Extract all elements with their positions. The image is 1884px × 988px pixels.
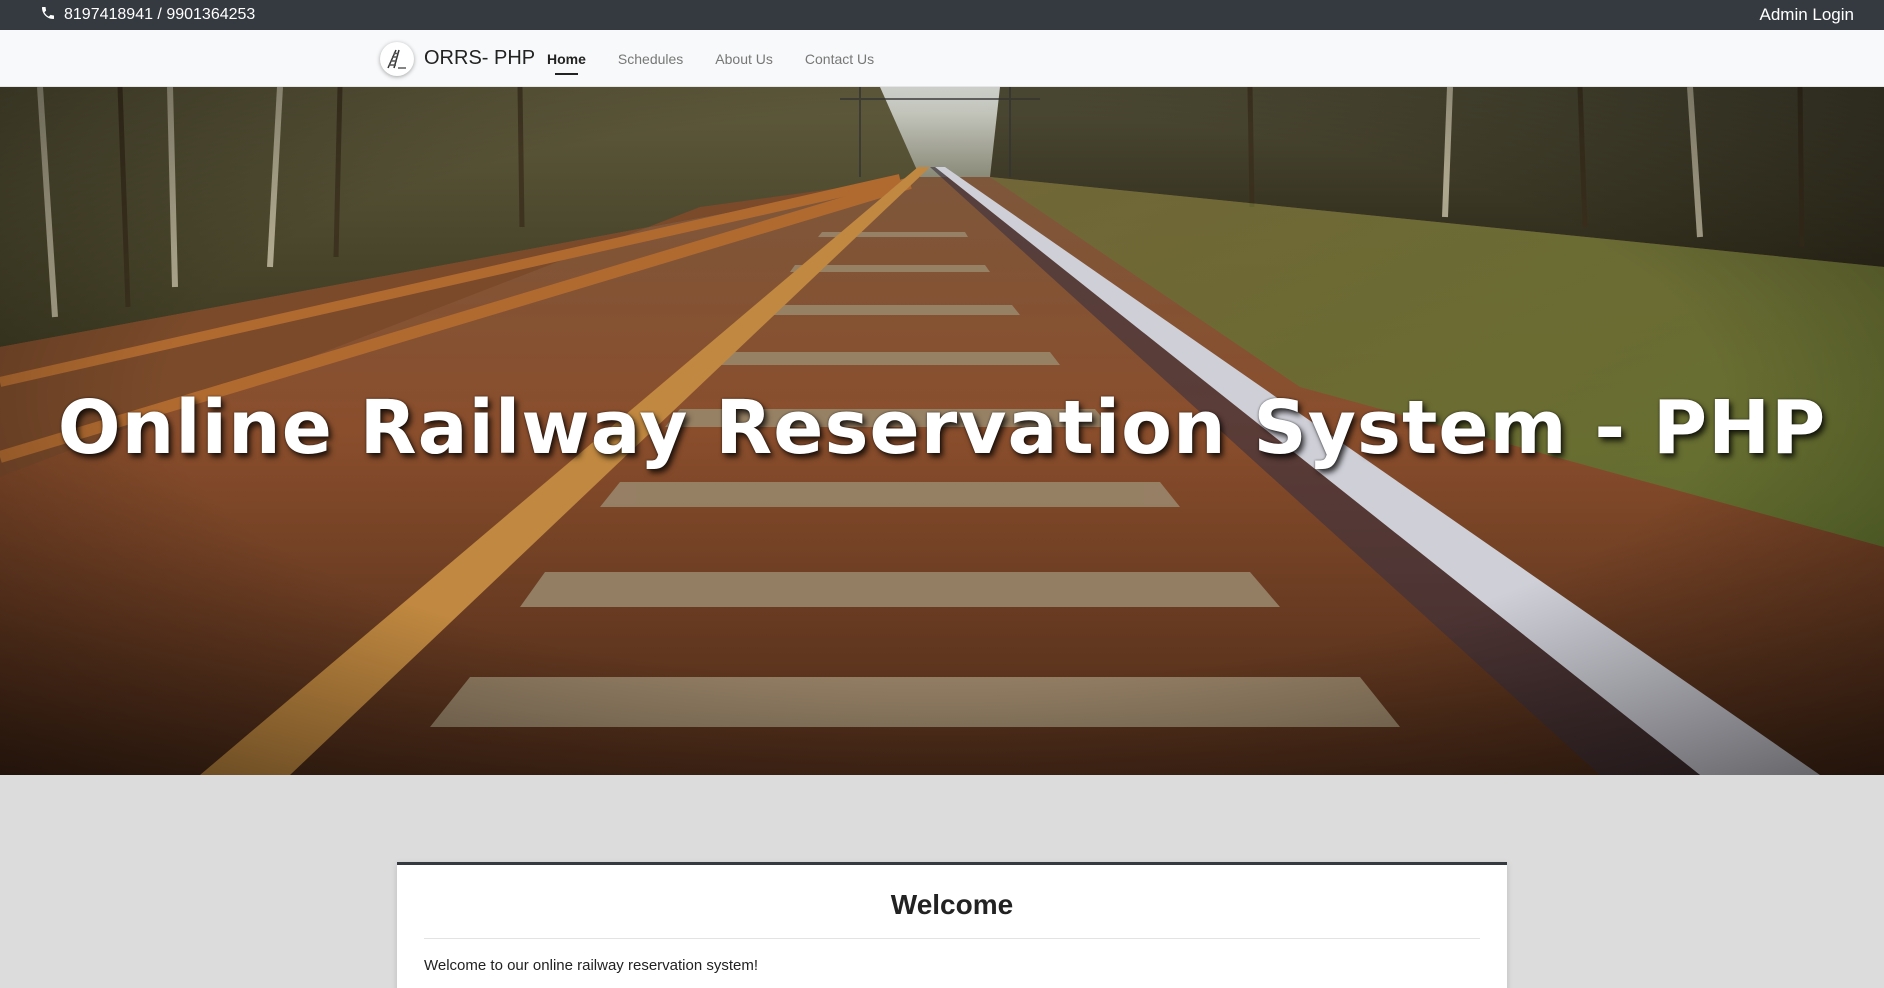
phone-icon xyxy=(40,5,56,26)
main-navbar: ORRS- PHP Home Schedules About Us Contac… xyxy=(0,30,1884,87)
welcome-card: Welcome Welcome to our online railway re… xyxy=(397,862,1507,988)
top-bar: 8197418941 / 9901364253 Admin Login xyxy=(0,0,1884,30)
hero-banner: Online Railway Reservation System - PHP xyxy=(0,87,1884,775)
nav-menu: Home Schedules About Us Contact Us xyxy=(547,30,874,87)
nav-about-us[interactable]: About Us xyxy=(715,47,773,71)
phone-numbers: 8197418941 / 9901364253 xyxy=(64,6,256,23)
railway-logo-icon xyxy=(380,41,414,76)
nav-schedules[interactable]: Schedules xyxy=(618,47,683,71)
admin-login-link[interactable]: Admin Login xyxy=(1759,0,1854,30)
card-divider xyxy=(424,938,1480,939)
nav-contact-us[interactable]: Contact Us xyxy=(805,47,874,71)
hero-title: Online Railway Reservation System - PHP xyxy=(57,385,1827,471)
welcome-title: Welcome xyxy=(890,889,1014,920)
brand-name: ORRS- PHP xyxy=(424,47,536,69)
brand[interactable]: ORRS- PHP xyxy=(380,30,535,87)
contact-phone: 8197418941 / 9901364253 xyxy=(40,0,255,30)
nav-home[interactable]: Home xyxy=(547,47,586,75)
welcome-text: Welcome to our online railway reservatio… xyxy=(424,957,759,974)
